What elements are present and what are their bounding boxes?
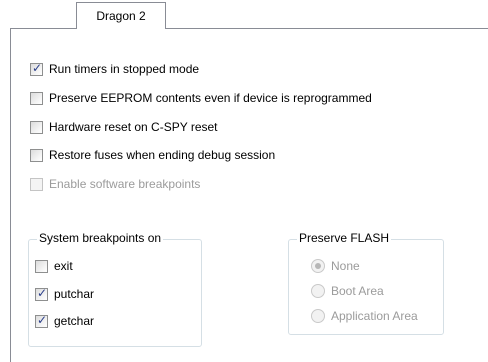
flash-application-area-radio[interactable] — [311, 309, 325, 323]
hardware-reset-checkbox[interactable] — [30, 120, 43, 134]
flash-none-radio[interactable] — [311, 259, 325, 273]
tab-label: Dragon 2 — [96, 9, 146, 23]
radio-selected-dot — [315, 263, 321, 269]
flash-none-label: None — [331, 259, 360, 273]
run-timers-checkbox[interactable]: ✓ — [30, 60, 43, 76]
software-breakpoints-option[interactable]: Enable software breakpoints — [30, 176, 200, 192]
restore-fuses-option[interactable]: Restore fuses when ending debug session — [30, 147, 275, 163]
hardware-reset-option[interactable]: Hardware reset on C-SPY reset — [30, 119, 218, 135]
flash-boot-area-radio[interactable] — [311, 284, 325, 298]
software-breakpoints-checkbox[interactable] — [30, 177, 43, 191]
preserve-eeprom-label: Preserve EEPROM contents even if device … — [49, 91, 372, 105]
restore-fuses-label: Restore fuses when ending debug session — [49, 148, 276, 162]
preserve-eeprom-option[interactable]: Preserve EEPROM contents even if device … — [30, 90, 372, 106]
flash-none-option[interactable]: None — [311, 258, 360, 274]
preserve-flash-title: Preserve FLASH — [297, 231, 392, 245]
putchar-option[interactable]: ✓ putchar — [35, 286, 94, 302]
putchar-checkbox[interactable]: ✓ — [35, 285, 48, 301]
exit-label: exit — [54, 259, 73, 273]
system-breakpoints-title: System breakpoints on — [37, 231, 164, 245]
preserve-eeprom-checkbox[interactable] — [30, 91, 43, 105]
flash-application-area-label: Application Area — [331, 309, 418, 323]
getchar-checkbox[interactable]: ✓ — [35, 312, 48, 328]
putchar-label: putchar — [54, 287, 95, 301]
flash-application-area-option[interactable]: Application Area — [311, 308, 418, 324]
check-icon: ✓ — [32, 60, 43, 75]
flash-boot-area-option[interactable]: Boot Area — [311, 283, 384, 299]
software-breakpoints-label: Enable software breakpoints — [49, 177, 201, 191]
exit-option[interactable]: exit — [35, 258, 73, 274]
tab-dragon-2[interactable]: Dragon 2 — [76, 2, 166, 29]
hardware-reset-label: Hardware reset on C-SPY reset — [49, 120, 218, 134]
getchar-option[interactable]: ✓ getchar — [35, 313, 94, 329]
restore-fuses-checkbox[interactable] — [30, 148, 43, 162]
run-timers-option[interactable]: ✓ Run timers in stopped mode — [30, 61, 199, 77]
getchar-label: getchar — [54, 314, 95, 328]
flash-boot-area-label: Boot Area — [331, 284, 384, 298]
check-icon: ✓ — [37, 285, 48, 300]
check-icon: ✓ — [37, 312, 48, 327]
debugger-options-page: Dragon 2 ✓ Run timers in stopped mode Pr… — [0, 0, 488, 362]
run-timers-label: Run timers in stopped mode — [49, 62, 200, 76]
exit-checkbox[interactable] — [35, 259, 48, 273]
